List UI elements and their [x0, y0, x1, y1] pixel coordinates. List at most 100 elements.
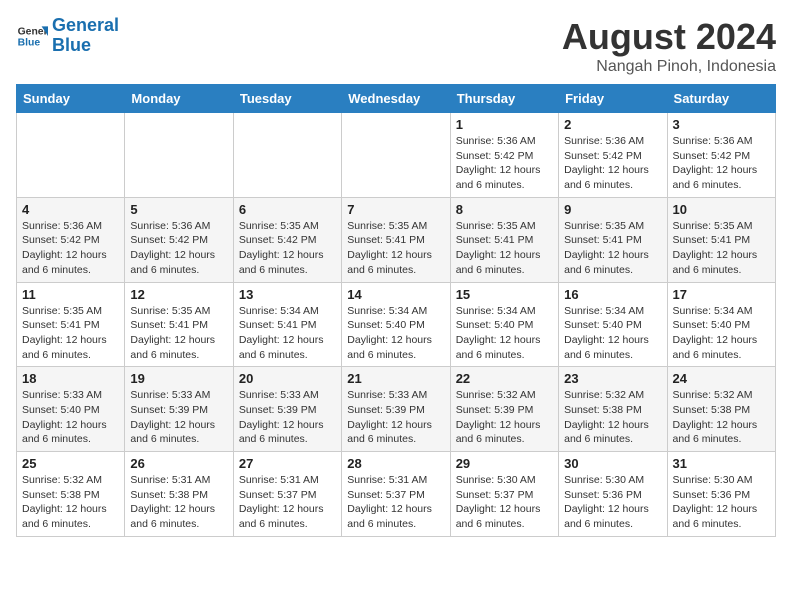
calendar-cell: 2 Sunrise: 5:36 AM Sunset: 5:42 PM Daylig… [559, 113, 667, 198]
day-number: 11 [22, 287, 119, 302]
day-number: 19 [130, 371, 227, 386]
calendar-cell: 9 Sunrise: 5:35 AM Sunset: 5:41 PM Daylig… [559, 197, 667, 282]
calendar-table: SundayMondayTuesdayWednesdayThursdayFrid… [16, 84, 776, 537]
calendar-cell: 4Sunrise: 5:36 AM Sunset: 5:42 PM Daylig… [17, 197, 125, 282]
calendar-cell: 15Sunrise: 5:34 AM Sunset: 5:40 PM Dayli… [450, 282, 558, 367]
day-info: Sunrise: 5:32 AM Sunset: 5:38 PM Dayligh… [564, 388, 661, 447]
day-number: 10 [673, 202, 770, 217]
logo-general: General [52, 15, 119, 35]
weekday-header-thursday: Thursday [450, 85, 558, 113]
day-info: Sunrise: 5:31 AM Sunset: 5:37 PM Dayligh… [347, 473, 444, 532]
logo: General Blue General Blue [16, 16, 119, 56]
calendar-cell: 31 Sunrise: 5:30 AM Sunset: 5:36 PM Dayli… [667, 452, 775, 537]
calendar-cell [17, 113, 125, 198]
day-number: 12 [130, 287, 227, 302]
day-info: Sunrise: 5:31 AM Sunset: 5:38 PM Dayligh… [130, 473, 227, 532]
day-number: 20 [239, 371, 336, 386]
day-number: 27 [239, 456, 336, 471]
day-info: Sunrise: 5:34 AM Sunset: 5:40 PM Dayligh… [456, 304, 553, 363]
day-info: Sunrise: 5:35 AM Sunset: 5:41 PM Dayligh… [564, 219, 661, 278]
weekday-header-tuesday: Tuesday [233, 85, 341, 113]
day-number: 13 [239, 287, 336, 302]
calendar-cell: 27Sunrise: 5:31 AM Sunset: 5:37 PM Dayli… [233, 452, 341, 537]
day-info: Sunrise: 5:36 AM Sunset: 5:42 PM Dayligh… [673, 134, 770, 193]
calendar-cell: 20 Sunrise: 5:33 AM Sunset: 5:39 PM Dayli… [233, 367, 341, 452]
month-year-title: August 2024 [562, 16, 776, 58]
logo-icon: General Blue [16, 20, 48, 52]
calendar-week-row: 4Sunrise: 5:36 AM Sunset: 5:42 PM Daylig… [17, 197, 776, 282]
calendar-cell: 14Sunrise: 5:34 AM Sunset: 5:40 PM Dayli… [342, 282, 450, 367]
weekday-header-wednesday: Wednesday [342, 85, 450, 113]
day-number: 17 [673, 287, 770, 302]
calendar-cell: 29Sunrise: 5:30 AM Sunset: 5:37 PM Dayli… [450, 452, 558, 537]
logo-text: General Blue [52, 16, 119, 56]
day-info: Sunrise: 5:34 AM Sunset: 5:41 PM Dayligh… [239, 304, 336, 363]
day-number: 31 [673, 456, 770, 471]
day-number: 22 [456, 371, 553, 386]
day-info: Sunrise: 5:30 AM Sunset: 5:36 PM Dayligh… [564, 473, 661, 532]
day-number: 25 [22, 456, 119, 471]
calendar-cell: 30 Sunrise: 5:30 AM Sunset: 5:36 PM Dayli… [559, 452, 667, 537]
day-info: Sunrise: 5:36 AM Sunset: 5:42 PM Dayligh… [130, 219, 227, 278]
calendar-cell: 18 Sunrise: 5:33 AM Sunset: 5:40 PM Dayli… [17, 367, 125, 452]
day-number: 30 [564, 456, 661, 471]
calendar-cell: 8Sunrise: 5:35 AM Sunset: 5:41 PM Daylig… [450, 197, 558, 282]
day-number: 8 [456, 202, 553, 217]
day-info: Sunrise: 5:33 AM Sunset: 5:39 PM Dayligh… [130, 388, 227, 447]
day-number: 9 [564, 202, 661, 217]
svg-text:Blue: Blue [18, 37, 41, 48]
day-info: Sunrise: 5:33 AM Sunset: 5:39 PM Dayligh… [347, 388, 444, 447]
page-header: General Blue General Blue August 2024 Na… [16, 16, 776, 76]
day-number: 23 [564, 371, 661, 386]
day-info: Sunrise: 5:36 AM Sunset: 5:42 PM Dayligh… [564, 134, 661, 193]
calendar-cell [342, 113, 450, 198]
day-info: Sunrise: 5:36 AM Sunset: 5:42 PM Dayligh… [22, 219, 119, 278]
day-info: Sunrise: 5:30 AM Sunset: 5:36 PM Dayligh… [673, 473, 770, 532]
calendar-cell: 22 Sunrise: 5:32 AM Sunset: 5:39 PM Dayli… [450, 367, 558, 452]
calendar-cell: 24 Sunrise: 5:32 AM Sunset: 5:38 PM Dayli… [667, 367, 775, 452]
day-info: Sunrise: 5:34 AM Sunset: 5:40 PM Dayligh… [564, 304, 661, 363]
day-number: 24 [673, 371, 770, 386]
calendar-cell: 19 Sunrise: 5:33 AM Sunset: 5:39 PM Dayli… [125, 367, 233, 452]
day-number: 16 [564, 287, 661, 302]
day-info: Sunrise: 5:32 AM Sunset: 5:39 PM Dayligh… [456, 388, 553, 447]
calendar-cell: 21Sunrise: 5:33 AM Sunset: 5:39 PM Dayli… [342, 367, 450, 452]
calendar-cell: 28 Sunrise: 5:31 AM Sunset: 5:37 PM Dayli… [342, 452, 450, 537]
weekday-header-row: SundayMondayTuesdayWednesdayThursdayFrid… [17, 85, 776, 113]
calendar-week-row: 25 Sunrise: 5:32 AM Sunset: 5:38 PM Dayli… [17, 452, 776, 537]
location-subtitle: Nangah Pinoh, Indonesia [562, 58, 776, 76]
day-number: 7 [347, 202, 444, 217]
day-info: Sunrise: 5:35 AM Sunset: 5:41 PM Dayligh… [130, 304, 227, 363]
day-info: Sunrise: 5:34 AM Sunset: 5:40 PM Dayligh… [347, 304, 444, 363]
calendar-cell [233, 113, 341, 198]
day-number: 6 [239, 202, 336, 217]
logo-blue: Blue [52, 35, 91, 55]
calendar-cell: 16 Sunrise: 5:34 AM Sunset: 5:40 PM Dayli… [559, 282, 667, 367]
day-number: 26 [130, 456, 227, 471]
day-info: Sunrise: 5:35 AM Sunset: 5:42 PM Dayligh… [239, 219, 336, 278]
calendar-cell: 23 Sunrise: 5:32 AM Sunset: 5:38 PM Dayli… [559, 367, 667, 452]
day-number: 5 [130, 202, 227, 217]
day-info: Sunrise: 5:35 AM Sunset: 5:41 PM Dayligh… [22, 304, 119, 363]
calendar-cell: 6 Sunrise: 5:35 AM Sunset: 5:42 PM Daylig… [233, 197, 341, 282]
day-info: Sunrise: 5:33 AM Sunset: 5:40 PM Dayligh… [22, 388, 119, 447]
calendar-week-row: 11 Sunrise: 5:35 AM Sunset: 5:41 PM Dayli… [17, 282, 776, 367]
calendar-cell: 26 Sunrise: 5:31 AM Sunset: 5:38 PM Dayli… [125, 452, 233, 537]
calendar-cell: 3Sunrise: 5:36 AM Sunset: 5:42 PM Daylig… [667, 113, 775, 198]
day-info: Sunrise: 5:32 AM Sunset: 5:38 PM Dayligh… [22, 473, 119, 532]
day-info: Sunrise: 5:35 AM Sunset: 5:41 PM Dayligh… [673, 219, 770, 278]
day-number: 18 [22, 371, 119, 386]
day-info: Sunrise: 5:33 AM Sunset: 5:39 PM Dayligh… [239, 388, 336, 447]
day-info: Sunrise: 5:32 AM Sunset: 5:38 PM Dayligh… [673, 388, 770, 447]
calendar-week-row: 1Sunrise: 5:36 AM Sunset: 5:42 PM Daylig… [17, 113, 776, 198]
day-number: 2 [564, 117, 661, 132]
day-number: 28 [347, 456, 444, 471]
weekday-header-friday: Friday [559, 85, 667, 113]
day-info: Sunrise: 5:30 AM Sunset: 5:37 PM Dayligh… [456, 473, 553, 532]
calendar-cell: 1Sunrise: 5:36 AM Sunset: 5:42 PM Daylig… [450, 113, 558, 198]
calendar-cell: 25 Sunrise: 5:32 AM Sunset: 5:38 PM Dayli… [17, 452, 125, 537]
day-info: Sunrise: 5:35 AM Sunset: 5:41 PM Dayligh… [347, 219, 444, 278]
calendar-cell: 12 Sunrise: 5:35 AM Sunset: 5:41 PM Dayli… [125, 282, 233, 367]
calendar-cell [125, 113, 233, 198]
calendar-cell: 17Sunrise: 5:34 AM Sunset: 5:40 PM Dayli… [667, 282, 775, 367]
